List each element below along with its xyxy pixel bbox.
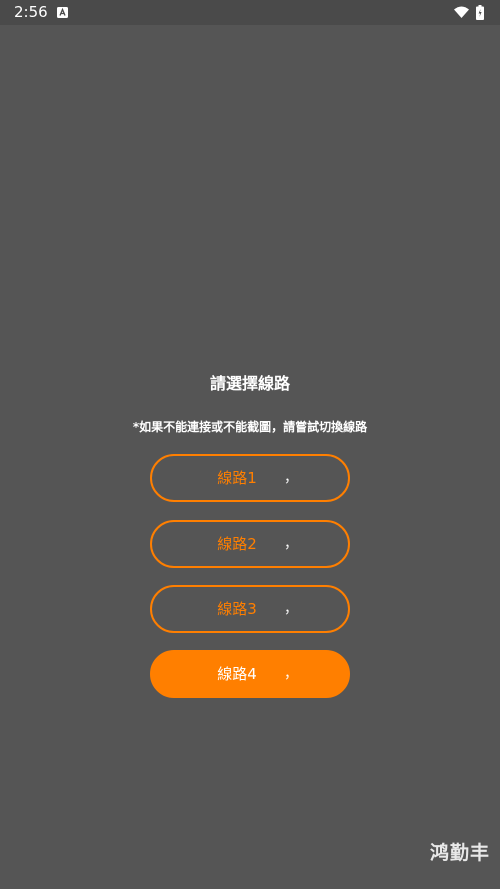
route-3-mark: ，: [284, 601, 298, 617]
status-bar: 2:56: [0, 0, 500, 25]
route-2-mark: ，: [284, 536, 298, 552]
a-icon: [57, 7, 68, 18]
app-screen: 2:56 請選擇線路 *如果不能連接或不能截圖，請嘗試切換線路 線路1 ， 線路…: [0, 0, 500, 889]
route-3-button[interactable]: 線路3 ，: [150, 585, 350, 633]
route-4-mark: ，: [284, 666, 298, 682]
dialog-title: 請選擇線路: [209, 374, 290, 393]
wifi-icon: [454, 6, 469, 18]
battery-icon: [476, 5, 484, 20]
route-4-button[interactable]: 線路4 ，: [150, 650, 350, 698]
route-1-button[interactable]: 線路1 ，: [150, 454, 350, 502]
route-notice: *如果不能連接或不能截圖，請嘗試切換線路: [132, 420, 368, 434]
route-2-button[interactable]: 線路2 ，: [150, 520, 350, 568]
route-1-mark: ，: [284, 470, 298, 486]
watermark: 鸿勤丰: [429, 842, 490, 864]
status-time: 2:56: [14, 3, 48, 21]
